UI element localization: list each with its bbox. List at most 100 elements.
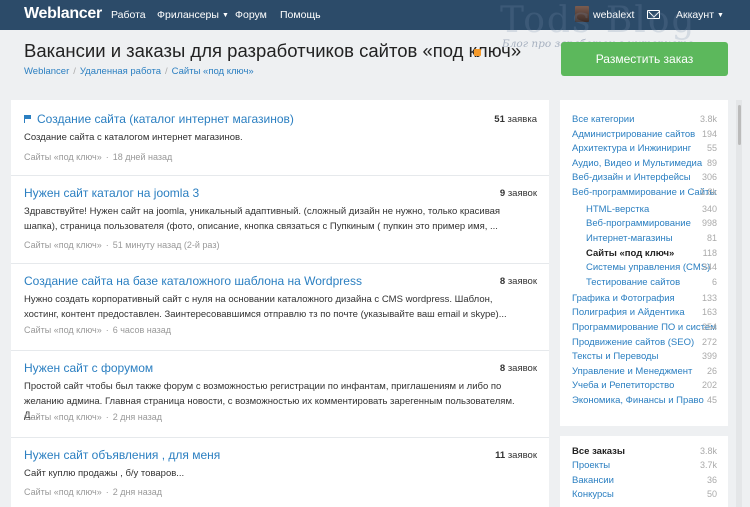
job-row: Нужен сайт каталог на joomla 3 9 заявок … [11, 176, 549, 264]
job-description: Сайт куплю продажы , б/у товаров... [24, 468, 185, 479]
job-time: 2 дня назад [112, 487, 163, 497]
category-count: 272 [701, 337, 717, 347]
job-title-link[interactable]: Нужен сайт с форумом [24, 361, 153, 375]
category-link[interactable]: Полиграфия и Айдентика [572, 307, 717, 318]
category-link[interactable]: Веб-программирование и Сайты [572, 187, 717, 198]
job-meta: Сайты «под ключ» · 51 минуту назад (2-й ра… [24, 240, 219, 250]
category-link[interactable]: Администрирование сайтов [572, 129, 717, 140]
category-link[interactable]: Веб-дизайн и Интерфейсы [572, 172, 717, 183]
order-type-link-active[interactable]: Все заказы [572, 446, 717, 457]
category-count: 163 [701, 307, 717, 317]
subcategory-link[interactable]: Интернет-магазины [586, 233, 717, 244]
category-link[interactable]: Программирование ПО и систем [572, 322, 717, 333]
nav-freelancers[interactable]: Фрилансеры ▼ [157, 9, 229, 21]
watermark-title: Tods Blog [500, 0, 697, 41]
chevron-down-icon: ▼ [221, 12, 229, 19]
site-logo[interactable]: Weblancer [24, 5, 102, 23]
meta-separator: · [105, 487, 109, 497]
category-link[interactable]: Экономика, Финансы и Право [572, 395, 717, 406]
subcategory-link[interactable]: Веб-программирование [586, 218, 717, 229]
category-count: 26 [706, 366, 717, 376]
order-type-link[interactable]: Вакансии [572, 475, 717, 486]
job-category-link[interactable]: Сайты «под ключ» [24, 487, 102, 497]
job-meta: Сайты «под ключ» · 2 дня назад [24, 487, 162, 497]
page-scrollbar-thumb[interactable] [738, 105, 741, 145]
order-type-link[interactable]: Проекты [572, 460, 717, 471]
subcategory-link[interactable]: Тестирование сайтов [586, 277, 717, 288]
job-title-link[interactable]: Создание сайта на базе каталожного шабло… [24, 274, 362, 288]
subcategory-link[interactable]: HTML-верстка [586, 204, 717, 215]
category-count: 202 [701, 380, 717, 390]
category-link[interactable]: Архитектура и Инжиниринг [572, 143, 717, 154]
breadcrumb-item[interactable]: Weblancer [24, 66, 69, 77]
subcategory-link-active[interactable]: Сайты «под ключ» [586, 248, 717, 259]
category-count: 998 [701, 218, 717, 228]
breadcrumb-item[interactable]: Удаленная работа [80, 66, 161, 77]
order-type-count: 36 [706, 475, 717, 485]
category-count: 6 [711, 277, 717, 287]
order-type-link[interactable]: Конкурсы [572, 489, 717, 500]
job-title-link[interactable]: Нужен сайт объявления , для меня [24, 448, 220, 462]
bids-word: заявка [507, 114, 537, 125]
meta-separator: · [105, 325, 109, 335]
job-meta: Сайты «под ключ» · 2 дня назад [24, 412, 162, 422]
job-category-link[interactable]: Сайты «под ключ» [24, 412, 102, 422]
category-count: 1.8k [699, 187, 717, 197]
bids-number: 8 [499, 363, 506, 374]
order-type-count: 3.7k [699, 460, 717, 470]
category-link[interactable]: Продвижение сайтов (SEO) [572, 337, 717, 348]
bids-word: заявок [507, 188, 537, 199]
category-count: 81 [706, 233, 717, 243]
order-type-sidebar: Все заказы 3.8k Проекты 3.7k Вакансии 36 Ко… [560, 436, 728, 507]
bids-count: 8 заявок [500, 363, 537, 374]
flag-icon [24, 115, 32, 123]
bids-number: 11 [495, 450, 506, 461]
job-category-link[interactable]: Сайты «под ключ» [24, 240, 102, 250]
post-order-button[interactable]: Разместить заказ [561, 42, 728, 76]
category-link[interactable]: Тексты и Переводы [572, 351, 717, 362]
job-time: 6 часов назад [112, 325, 172, 335]
job-time: 2 дня назад [112, 412, 163, 422]
job-row: Нужен сайт объявления , для меня 11 заяв… [11, 438, 549, 507]
category-count: 118 [702, 248, 717, 258]
category-link[interactable]: Графика и Фотография [572, 293, 717, 304]
job-category-link[interactable]: Сайты «под ключ» [24, 152, 102, 162]
category-link[interactable]: Все категории [572, 114, 717, 125]
category-count: 133 [701, 293, 717, 303]
category-count: 55 [706, 143, 717, 153]
job-row: Создание сайта (каталог интернет магазин… [11, 100, 549, 176]
category-count: 3.8k [699, 114, 717, 124]
job-description: Здравствуйте! Нужен сайт на joomla, уник… [24, 206, 501, 232]
category-link[interactable]: Управление и Менеджмент [572, 366, 717, 377]
job-time: 51 минуту назад (2-й раз) [112, 240, 220, 250]
nav-forum[interactable]: Форум [235, 9, 267, 21]
breadcrumb-separator: / [165, 66, 168, 77]
job-time: 18 дней назад [112, 152, 173, 162]
breadcrumb-separator: / [73, 66, 76, 77]
category-count: 194 [701, 129, 717, 139]
job-category-link[interactable]: Сайты «под ключ» [24, 325, 102, 335]
category-link[interactable]: Аудио, Видео и Мультимедиа [572, 158, 717, 169]
nav-jobs[interactable]: Работа [111, 9, 146, 21]
meta-separator: · [105, 152, 109, 162]
meta-separator: · [105, 412, 109, 422]
rss-icon[interactable] [474, 49, 481, 56]
bids-count: 8 заявок [500, 276, 537, 287]
chevron-down-icon: ▼ [717, 12, 724, 19]
job-title-link[interactable]: Создание сайта (каталог интернет магазин… [24, 112, 294, 126]
nav-help[interactable]: Помощь [280, 9, 321, 21]
category-count: 45 [706, 395, 717, 405]
category-sidebar: Все категории 3.8k Администрирование сайт… [560, 100, 728, 426]
category-count: 399 [701, 351, 717, 361]
order-type-count: 3.8k [699, 446, 717, 456]
subcategory-link[interactable]: Системы управления (CMS) [586, 262, 717, 273]
category-count: 89 [706, 158, 717, 168]
category-link[interactable]: Учеба и Репетиторство [572, 380, 717, 391]
job-title-link[interactable]: Нужен сайт каталог на joomla 3 [24, 186, 199, 200]
job-row: Создание сайта на базе каталожного шабло… [11, 264, 549, 351]
page-scrollbar-track[interactable] [736, 100, 742, 507]
breadcrumb-item[interactable]: Сайты «под ключ» [172, 66, 254, 77]
category-count: 244 [701, 262, 717, 272]
job-meta: Сайты «под ключ» · 6 часов назад [24, 325, 171, 335]
category-count: 254 [701, 322, 717, 332]
